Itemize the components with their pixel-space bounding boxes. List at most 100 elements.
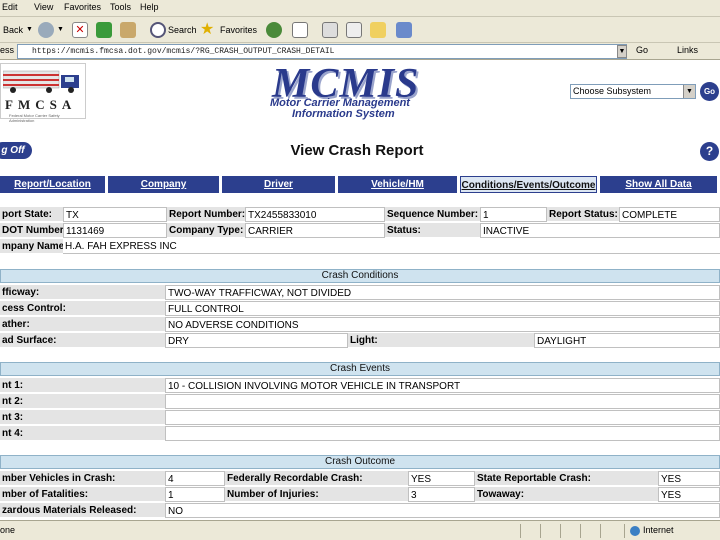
table-row: nt 4: [0, 426, 720, 441]
company-name-value: H.A. FAH EXPRESS INC [63, 239, 720, 254]
report-tabs: Report/Location Company Driver Vehicle/H… [0, 176, 720, 193]
messenger-icon[interactable] [396, 22, 412, 38]
event-2-value [165, 394, 720, 409]
table-row: mber of Fatalities: 1 Number of Injuries… [0, 487, 720, 502]
tab-show-all-data[interactable]: Show All Data [600, 176, 720, 193]
tab-driver[interactable]: Driver [222, 176, 338, 193]
table-row: nt 1: 10 - COLLISION INVOLVING MOTOR VEH… [0, 378, 720, 393]
crash-outcome-header: Crash Outcome [0, 455, 720, 469]
event-2-label: nt 2: [0, 394, 165, 409]
hazmat-released-label: zardous Materials Released: [0, 503, 165, 518]
fmcsa-logo-text: FMCSA [5, 97, 77, 112]
links-button[interactable]: Links [677, 45, 698, 55]
subsystem-go-button[interactable]: Go [700, 82, 719, 101]
page-title: View Crash Report [290, 142, 424, 159]
event-1-value: 10 - COLLISION INVOLVING MOTOR VEHICLE I… [165, 378, 720, 393]
home-icon[interactable] [120, 22, 136, 38]
chevron-down-icon[interactable]: ▼ [683, 85, 695, 98]
sequence-number-label: Sequence Number: [385, 207, 480, 222]
crash-conditions-header: Crash Conditions [0, 269, 720, 283]
logoff-button[interactable]: g Off [0, 142, 32, 159]
forward-icon[interactable] [38, 22, 54, 38]
status-divider [540, 524, 541, 538]
report-status-label: Report Status: [547, 207, 619, 222]
menu-help[interactable]: Help [140, 2, 159, 12]
state-reportable-label: State Reportable Crash: [475, 471, 658, 486]
tab-vehicle-hm[interactable]: Vehicle/HM [338, 176, 460, 193]
subsystem-select[interactable]: Choose Subsystem ▼ [570, 84, 696, 99]
table-row: zardous Materials Released: NO [0, 503, 720, 518]
towaway-value: YES [658, 487, 720, 502]
search-button[interactable]: Search [168, 21, 197, 39]
status-divider [520, 524, 521, 538]
address-go-button[interactable]: Go [636, 45, 648, 55]
security-zone: Internet [643, 525, 674, 535]
federally-recordable-value: YES [408, 471, 475, 486]
tab-conditions-events-outcome[interactable]: Conditions/Events/Outcome [460, 176, 597, 193]
table-row: nt 3: [0, 410, 720, 425]
tab-company[interactable]: Company [108, 176, 222, 193]
event-4-label: nt 4: [0, 426, 165, 441]
injuries-label: Number of Injuries: [225, 487, 408, 502]
browser-statusbar: one Internet [0, 520, 720, 540]
report-status-value: COMPLETE [619, 207, 720, 222]
stop-icon[interactable]: ✕ [72, 22, 88, 38]
status-value: INACTIVE [480, 223, 720, 238]
status-label: Status: [385, 223, 480, 238]
back-button[interactable]: Back [3, 21, 23, 39]
injuries-value: 3 [408, 487, 475, 502]
trafficway-value: TWO-WAY TRAFFICWAY, NOT DIVIDED [165, 285, 720, 300]
search-icon[interactable] [150, 22, 166, 38]
report-number-value: TX2455833010 [245, 207, 385, 222]
trafficway-label: fficway: [0, 285, 165, 300]
road-surface-label: ad Surface: [0, 333, 165, 348]
media-icon[interactable] [266, 22, 282, 38]
menu-favorites[interactable]: Favorites [64, 2, 101, 12]
menu-view[interactable]: View [34, 2, 53, 12]
event-3-value [165, 410, 720, 425]
menu-edit[interactable]: Edit [2, 2, 18, 12]
status-divider [600, 524, 601, 538]
mail-icon[interactable] [292, 22, 308, 38]
event-4-value [165, 426, 720, 441]
vehicles-in-crash-label: mber Vehicles in Crash: [0, 471, 165, 486]
table-row: DOT Number: 1131469 Company Type: CARRIE… [0, 223, 720, 238]
help-icon[interactable]: ? [700, 142, 719, 161]
company-type-label: Company Type: [167, 223, 245, 238]
access-control-value: FULL CONTROL [165, 301, 720, 316]
road-surface-value: DRY [165, 333, 348, 348]
sequence-number-value: 1 [480, 207, 547, 222]
print-icon[interactable] [322, 22, 338, 38]
app-header: FMCSA Federal Motor Carrier Safety Admin… [0, 60, 720, 123]
forward-dropdown-icon[interactable]: ▼ [57, 21, 64, 39]
address-input[interactable]: https://mcmis.fmcsa.dot.gov/mcmis/?RG_CR… [17, 44, 627, 59]
light-value: DAYLIGHT [534, 333, 720, 348]
edit-icon[interactable] [346, 22, 362, 38]
access-control-label: cess Control: [0, 301, 165, 316]
fatalities-label: mber of Fatalities: [0, 487, 165, 502]
table-row: nt 2: [0, 394, 720, 409]
company-type-value: CARRIER [245, 223, 385, 238]
favorites-button[interactable]: Favorites [220, 21, 257, 39]
address-bar: ess https://mcmis.fmcsa.dot.gov/mcmis/?R… [0, 43, 720, 60]
truck-icon [3, 70, 79, 93]
favorites-icon[interactable]: ★ [200, 21, 214, 39]
menu-tools[interactable]: Tools [110, 2, 131, 12]
usdot-number-value: 1131469 [63, 223, 167, 238]
report-state-value: TX [63, 207, 167, 222]
subsystem-select-value: Choose Subsystem [573, 86, 652, 96]
fatalities-value: 1 [165, 487, 225, 502]
address-dropdown-icon[interactable]: ▼ [617, 45, 627, 58]
weather-value: NO ADVERSE CONDITIONS [165, 317, 720, 332]
fmcsa-logo: FMCSA Federal Motor Carrier Safety Admin… [0, 63, 86, 123]
tab-report-location[interactable]: Report/Location [0, 176, 108, 193]
table-row: mpany Name: H.A. FAH EXPRESS INC [0, 239, 720, 254]
federally-recordable-label: Federally Recordable Crash: [225, 471, 408, 486]
app-subtitle-line-2: Information System [292, 108, 395, 120]
refresh-icon[interactable] [96, 22, 112, 38]
event-1-label: nt 1: [0, 378, 165, 393]
discuss-icon[interactable] [370, 22, 386, 38]
table-row: cess Control: FULL CONTROL [0, 301, 720, 316]
globe-icon [630, 526, 640, 536]
back-dropdown-icon[interactable]: ▼ [26, 21, 33, 39]
